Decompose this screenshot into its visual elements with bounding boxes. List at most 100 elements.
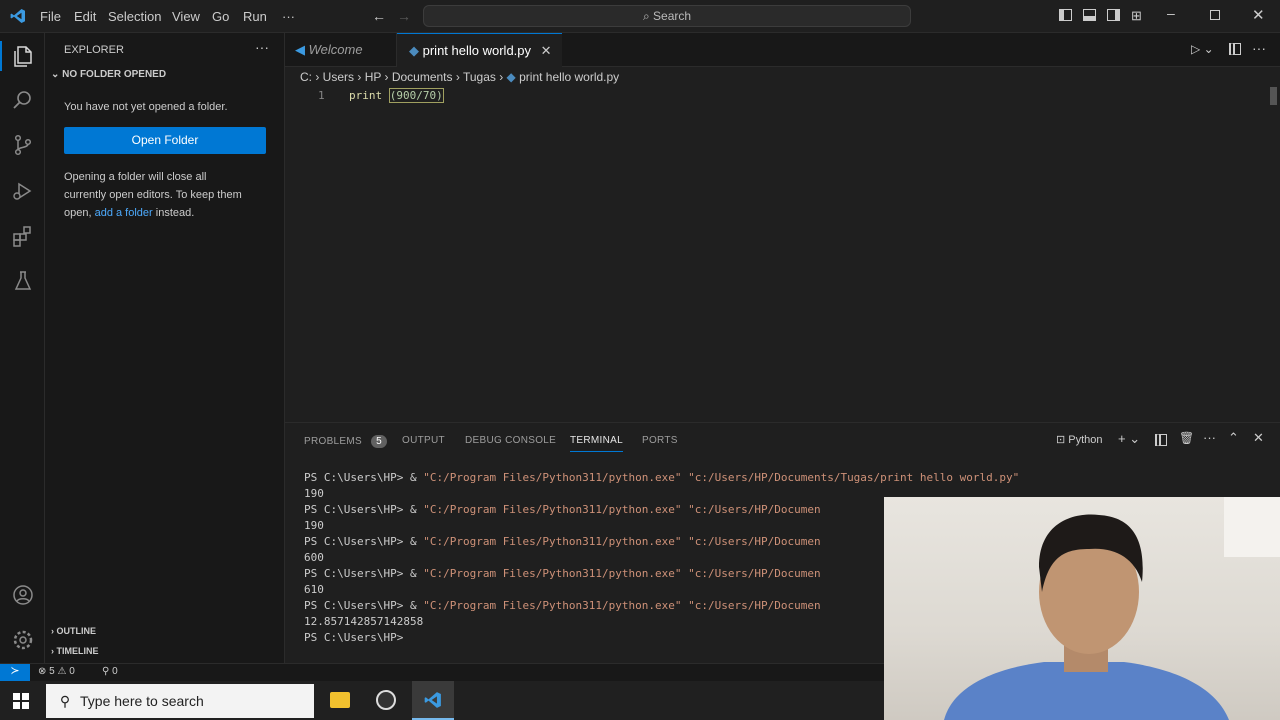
breadcrumb-item[interactable]: Documents	[392, 70, 453, 84]
explorer-files-icon[interactable]	[11, 44, 35, 68]
no-folder-section-header[interactable]: ⌄ NO FOLDER OPENED	[51, 69, 166, 80]
toggle-secondary-sidebar-icon[interactable]	[1107, 9, 1120, 21]
forward-arrow-icon[interactable]: →	[397, 8, 411, 24]
terminal-exe-path: "C:/Program Files/Python311/python.exe"	[423, 471, 682, 484]
more-actions-icon[interactable]: ···	[255, 39, 269, 55]
terminal-shell-selector[interactable]: ⊡ Python	[1056, 433, 1103, 446]
problems-count-badge: 5	[371, 435, 387, 448]
testing-flask-icon[interactable]	[11, 269, 35, 293]
search-icon[interactable]	[11, 88, 35, 112]
terminal-output-line: 190	[304, 487, 324, 500]
close-icon[interactable]: ✕	[1252, 6, 1265, 24]
menu-edit[interactable]: Edit	[74, 9, 96, 24]
tab-print-hello-world[interactable]: ◆ print hello world.py ✕	[397, 33, 562, 67]
vscode-logo-icon	[424, 692, 441, 708]
more-actions-icon[interactable]: ···	[1252, 40, 1266, 56]
timeline-section[interactable]: › TIMELINE	[51, 646, 99, 656]
error-count: 5	[49, 666, 55, 677]
terminal-command-line: PS C:\Users\HP>	[304, 631, 403, 644]
code-editor[interactable]: C: › Users › HP › Documents › Tugas › ◆ …	[285, 67, 1280, 422]
search-placeholder: Type here to search	[80, 693, 204, 709]
account-icon[interactable]	[11, 583, 35, 607]
code-line[interactable]: print (900/70)	[349, 88, 444, 103]
tab-ports[interactable]: PORTS	[642, 435, 678, 446]
command-center-search[interactable]: ⌕ Search	[423, 5, 911, 27]
customize-layout-icon[interactable]: ⊞	[1131, 8, 1142, 24]
terminal-script-path: "c:/Users/HP/Documents/Tugas/print hello…	[681, 471, 1020, 484]
windows-start-icon[interactable]	[13, 693, 29, 709]
outline-section[interactable]: › OUTLINE	[51, 626, 96, 636]
split-terminal-icon[interactable]	[1155, 434, 1167, 446]
split-editor-icon[interactable]	[1229, 43, 1241, 55]
menu-file[interactable]: File	[40, 9, 61, 24]
breadcrumb-item[interactable]: C:	[300, 70, 312, 84]
remote-indicator-icon[interactable]: ≻	[0, 664, 30, 681]
close-panel-icon[interactable]: ✕	[1253, 430, 1264, 446]
minimize-icon[interactable]: –	[1167, 5, 1175, 21]
toggle-panel-icon[interactable]	[1083, 9, 1096, 21]
taskbar-search-box[interactable]: ⚲ Type here to search	[46, 684, 314, 718]
settings-gear-icon[interactable]	[11, 628, 35, 652]
run-debug-icon[interactable]	[11, 179, 35, 203]
obs-recorder-icon[interactable]	[376, 690, 396, 710]
terminal-prompt: PS C:\Users\HP> &	[304, 567, 424, 580]
tab-problems[interactable]: PROBLEMS 5	[304, 435, 387, 448]
terminal-exe-path: "C:/Program Files/Python311/python.exe"	[423, 503, 682, 516]
code-keyword: print	[349, 89, 383, 102]
back-arrow-icon[interactable]: ←	[372, 8, 386, 24]
menu-view[interactable]: View	[172, 9, 200, 24]
section-label: NO FOLDER OPENED	[62, 69, 167, 80]
title-bar: File Edit Selection View Go Run ··· ← → …	[0, 0, 1280, 33]
python-file-icon: ◆	[506, 70, 516, 84]
webcam-overlay	[884, 497, 1280, 720]
breadcrumb-item[interactable]: Tugas	[463, 70, 496, 84]
new-terminal-icon[interactable]: + ⌄	[1118, 431, 1140, 447]
problems-status[interactable]: ⊗ 5 ⚠ 0	[38, 666, 75, 677]
scrollbar-thumb[interactable]	[1270, 87, 1277, 105]
terminal-script-path: "c:/Users/HP/Documen	[681, 503, 821, 516]
vscode-taskbar-button[interactable]	[412, 681, 454, 720]
run-python-file-icon[interactable]: ▷ ⌄	[1191, 42, 1214, 56]
info-line-3: open,	[64, 207, 92, 219]
activity-bar	[0, 33, 45, 663]
kill-terminal-icon[interactable]: 🗑	[1179, 431, 1194, 445]
terminal-script-path: "c:/Users/HP/Documen	[681, 567, 821, 580]
maximize-icon[interactable]	[1210, 10, 1220, 20]
tab-terminal[interactable]: TERMINAL	[570, 435, 623, 452]
outline-label: OUTLINE	[56, 626, 97, 636]
file-explorer-icon[interactable]	[330, 692, 350, 708]
breadcrumb-item[interactable]: HP	[365, 70, 381, 84]
terminal-icon: ⊡	[1056, 434, 1066, 446]
terminal-exe-path: "C:/Program Files/Python311/python.exe"	[423, 599, 682, 612]
menu-run[interactable]: Run	[243, 9, 267, 24]
add-folder-link[interactable]: add a folder	[95, 207, 153, 219]
menu-more[interactable]: ···	[282, 9, 295, 24]
ports-status[interactable]: ⚲ 0	[102, 666, 118, 677]
menu-go[interactable]: Go	[212, 9, 229, 24]
terminal-command-line: PS C:\Users\HP> & "C:/Program Files/Pyth…	[304, 503, 821, 516]
warning-count: 0	[69, 666, 75, 677]
maximize-panel-icon[interactable]: ⌃	[1228, 430, 1239, 446]
terminal-output-line: 600	[304, 551, 324, 564]
source-control-icon[interactable]	[11, 133, 35, 157]
editor-tab-bar: ◀ Welcome ◆ print hello world.py ✕ ▷ ⌄ ·…	[285, 33, 1280, 67]
terminal-command-line: PS C:\Users\HP> & "C:/Program Files/Pyth…	[304, 567, 821, 580]
active-indicator	[0, 41, 2, 71]
terminal-prompt: PS C:\Users\HP>	[304, 631, 404, 644]
terminal-prompt: PS C:\Users\HP> &	[304, 471, 424, 484]
terminal-prompt: PS C:\Users\HP> &	[304, 503, 424, 516]
error-icon: ⊗	[38, 666, 47, 677]
tab-label: print hello world.py	[422, 43, 532, 58]
close-tab-icon[interactable]: ✕	[541, 43, 552, 58]
tab-output[interactable]: OUTPUT	[402, 435, 445, 446]
breadcrumb-item[interactable]: Users	[323, 70, 354, 84]
extensions-icon[interactable]	[11, 224, 35, 248]
search-icon: ⌕	[642, 9, 650, 23]
toggle-sidebar-icon[interactable]	[1059, 9, 1072, 21]
open-folder-button[interactable]: Open Folder	[64, 127, 266, 154]
menu-selection[interactable]: Selection	[108, 9, 161, 24]
tab-welcome[interactable]: ◀ Welcome	[285, 33, 397, 67]
more-actions-icon[interactable]: ···	[1203, 430, 1216, 445]
tab-debug-console[interactable]: DEBUG CONSOLE	[465, 435, 556, 446]
breadcrumb-item[interactable]: print hello world.py	[519, 70, 619, 84]
